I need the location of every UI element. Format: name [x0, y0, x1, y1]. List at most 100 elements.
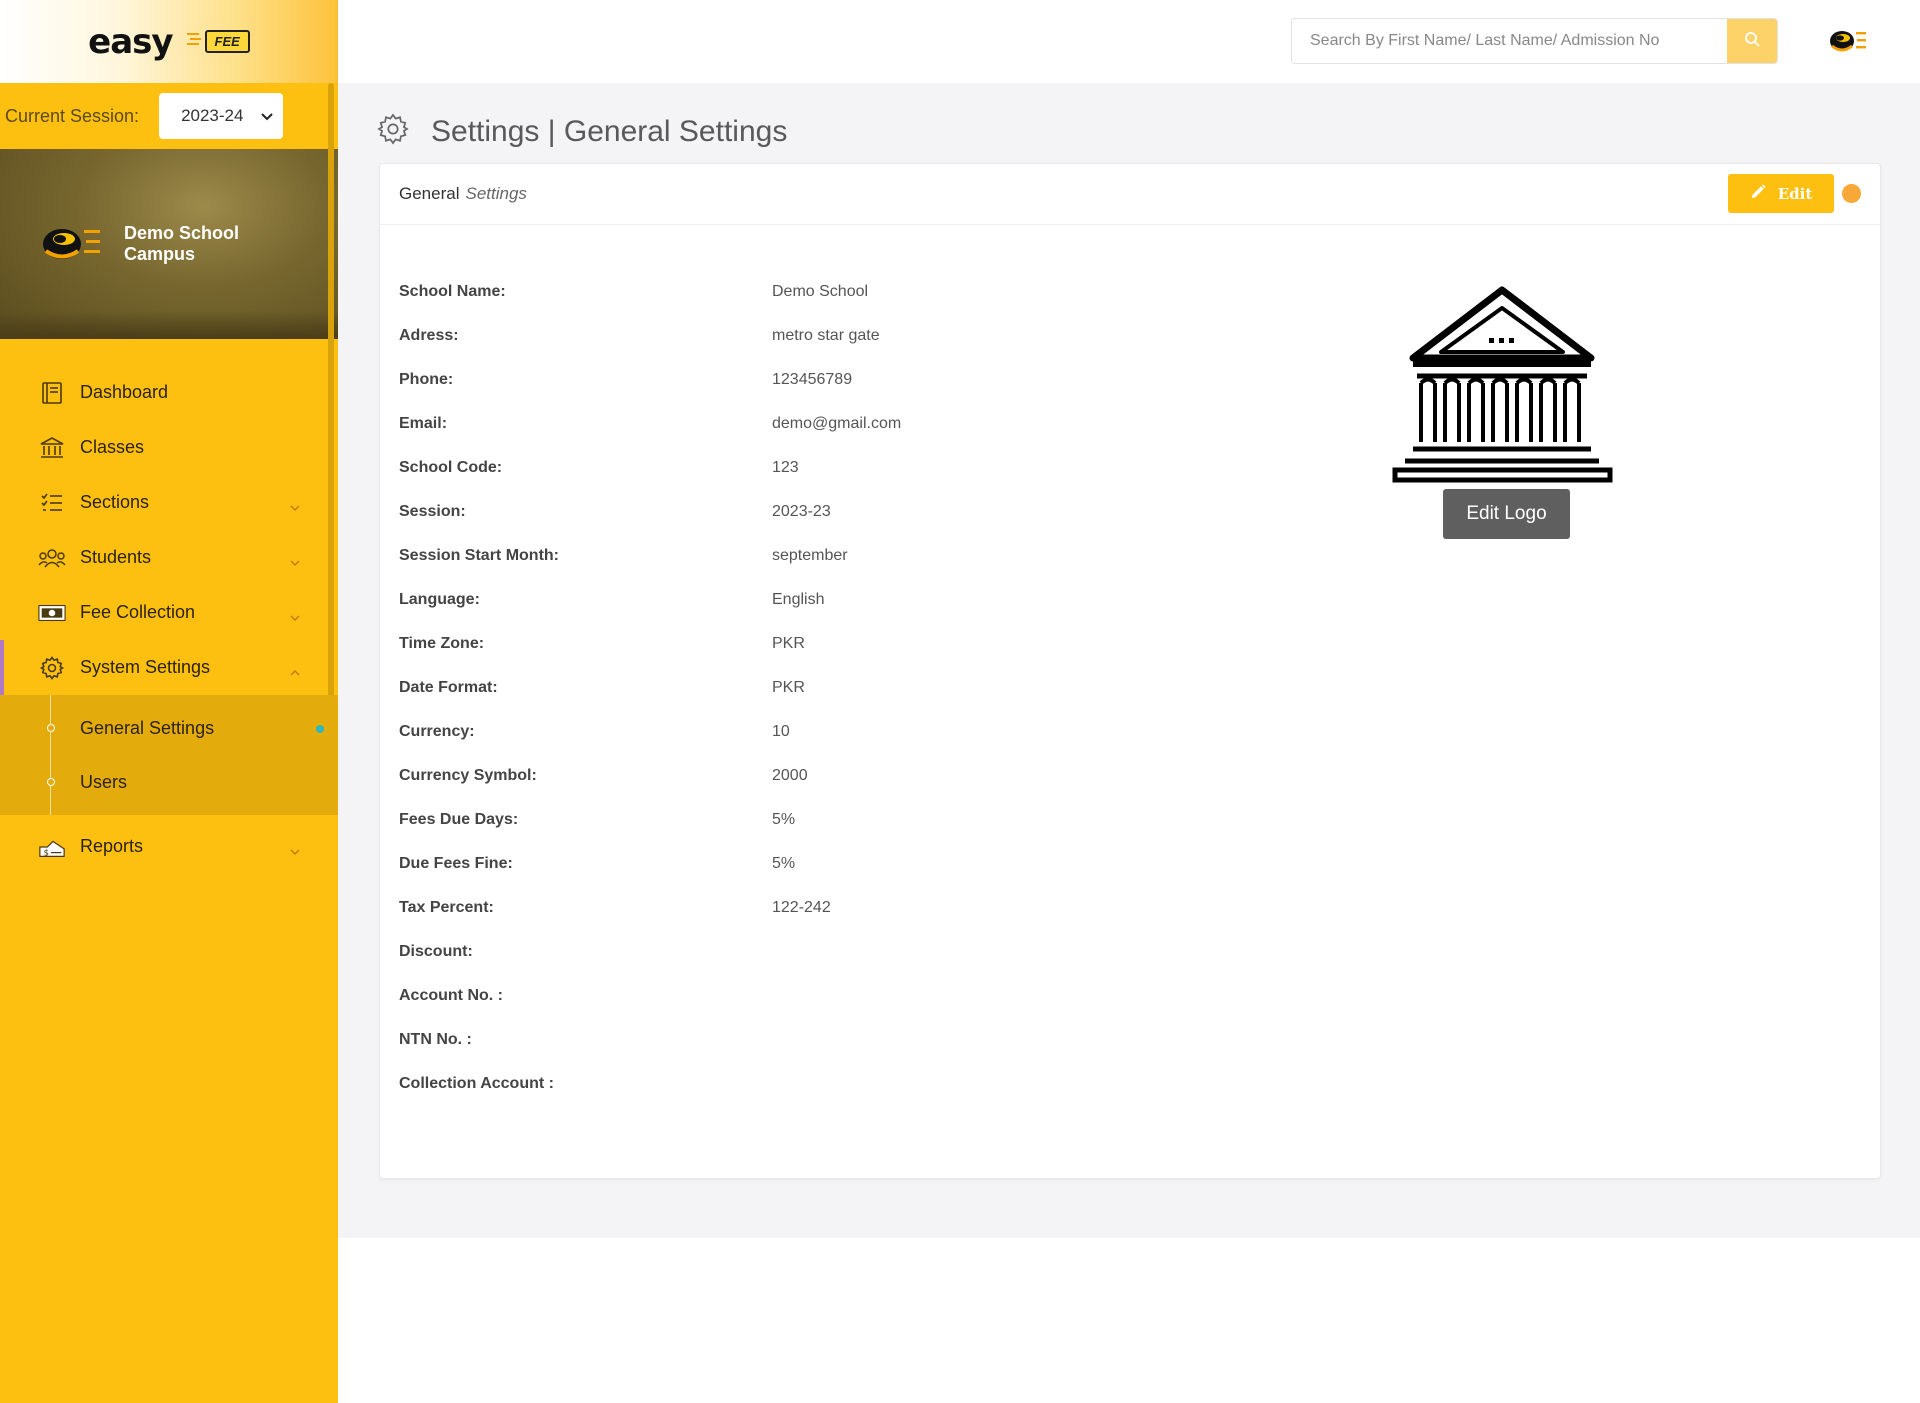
sidebar-nav: Dashboard Classes Sections Students Fee … — [0, 365, 338, 874]
svg-text:$: $ — [44, 847, 49, 857]
field-value: 122-242 — [772, 899, 831, 916]
sidebar-item-fee-collection[interactable]: Fee Collection — [0, 585, 338, 640]
sidebar-item-reports[interactable]: $ Reports — [0, 819, 338, 874]
campus-name: Demo School Campus — [124, 223, 240, 264]
card-title: General — [399, 184, 460, 203]
pencil-icon — [1750, 183, 1766, 204]
field-value: 5% — [772, 811, 796, 828]
field-row: Currency Symbol: 2000 — [399, 767, 901, 811]
field-label: Adress: — [399, 327, 459, 344]
session-label: Current Session: — [5, 105, 140, 126]
sidebar: easy FEE Current Session: 2023-24 Demo S… — [0, 0, 338, 1403]
search-button[interactable] — [1727, 19, 1777, 63]
field-label: Currency: — [399, 723, 475, 740]
field-label: Discount: — [399, 943, 473, 960]
field-row: Adress: metro star gate — [399, 327, 901, 371]
field-row: Collection Account : — [399, 1075, 901, 1119]
main-content: Settings | General Settings General Sett… — [338, 83, 1920, 1238]
field-value: 10 — [772, 723, 790, 740]
sidebar-item-sections[interactable]: Sections — [0, 475, 338, 530]
sidebar-subitem-label: Users — [80, 771, 128, 792]
sidebar-item-system-settings[interactable]: System Settings — [0, 640, 338, 695]
campus-banner: Demo School Campus — [0, 149, 338, 339]
students-icon — [38, 544, 66, 572]
session-select[interactable]: 2023-24 — [159, 93, 284, 139]
field-label: Due Fees Fine: — [399, 855, 513, 872]
field-label: Time Zone: — [399, 635, 485, 652]
field-row: School Code: 123 — [399, 459, 901, 503]
field-row: Tax Percent: 122-242 — [399, 899, 901, 943]
field-label: Fees Due Days: — [399, 811, 519, 828]
system-settings-submenu: General Settings Users — [0, 695, 338, 815]
field-label: School Name: — [399, 283, 506, 300]
campus-logo-icon — [40, 218, 102, 271]
field-value: september — [772, 547, 848, 564]
submenu-bullet — [47, 778, 55, 786]
submenu-bullet — [47, 724, 55, 732]
field-value: 123 — [772, 459, 799, 476]
campus-banner-treeline — [0, 311, 338, 339]
sidebar-subitem-general-settings[interactable]: General Settings — [0, 701, 338, 755]
field-value: metro star gate — [772, 327, 880, 344]
field-value: 2023-23 — [772, 503, 831, 520]
field-label: Email: — [399, 415, 448, 432]
field-row: Discount: — [399, 943, 901, 987]
search-input[interactable] — [1292, 19, 1727, 63]
field-value: 5% — [772, 855, 796, 872]
field-row: Phone: 123456789 — [399, 371, 901, 415]
field-label: Session Start Month: — [399, 547, 560, 564]
sidebar-item-dashboard[interactable]: Dashboard — [0, 365, 338, 420]
brand-name: easy — [88, 21, 173, 62]
user-avatar[interactable] — [1828, 24, 1868, 63]
search-icon — [1744, 31, 1760, 52]
sidebar-item-label: Dashboard — [80, 382, 169, 402]
chevron-down-icon — [290, 495, 300, 516]
sidebar-item-label: Fee Collection — [80, 602, 196, 622]
chevron-down-icon — [290, 839, 300, 860]
field-label: Date Format: — [399, 679, 498, 696]
edit-button[interactable]: Edit — [1728, 174, 1834, 213]
sidebar-item-label: System Settings — [80, 657, 211, 677]
field-label: Account No. : — [399, 987, 503, 1004]
session-value: 2023-24 — [181, 106, 244, 125]
dashboard-icon — [38, 379, 66, 407]
field-row: Date Format: PKR — [399, 679, 901, 723]
field-label: Phone: — [399, 371, 454, 388]
sidebar-item-label: Reports — [80, 836, 144, 856]
field-label: Language: — [399, 591, 480, 608]
sidebar-item-label: Classes — [80, 437, 145, 457]
field-row: Due Fees Fine: 5% — [399, 855, 901, 899]
field-value: English — [772, 591, 825, 608]
sidebar-item-classes[interactable]: Classes — [0, 420, 338, 475]
field-row: Session Start Month: september — [399, 547, 901, 591]
field-value: demo@gmail.com — [772, 415, 902, 432]
field-row: NTN No. : — [399, 1031, 901, 1075]
edit-logo-button[interactable]: Edit Logo — [1443, 489, 1570, 539]
active-indicator — [316, 725, 324, 733]
session-selector-row: Current Session: 2023-24 — [0, 83, 338, 149]
brand-speed-icon — [186, 30, 201, 53]
page-title: Settings | General Settings — [431, 114, 788, 148]
card-subtitle: Settings — [465, 184, 527, 203]
field-label: Session: — [399, 503, 466, 520]
card-header: General Settings Edit — [380, 164, 1880, 225]
field-value: 2000 — [772, 767, 808, 784]
fee-collection-icon — [38, 599, 66, 627]
sidebar-item-students[interactable]: Students — [0, 530, 338, 585]
field-label: Collection Account : — [399, 1075, 554, 1092]
chevron-down-icon — [261, 106, 273, 126]
field-value: PKR — [772, 679, 805, 696]
field-row: Fees Due Days: 5% — [399, 811, 901, 855]
sidebar-subitem-users[interactable]: Users — [0, 755, 338, 809]
brand-logo[interactable]: easy FEE — [0, 0, 338, 83]
field-row: Currency: 10 — [399, 723, 901, 767]
field-value: PKR — [772, 635, 805, 652]
settings-field-list: School Name: Demo School Adress: metro sta… — [399, 283, 901, 1119]
student-search — [1291, 18, 1778, 64]
sidebar-item-label: Students — [80, 547, 152, 567]
sidebar-item-label: Sections — [80, 492, 150, 512]
gear-icon — [38, 654, 66, 682]
reports-icon: $ — [38, 833, 66, 861]
field-label: Currency Symbol: — [399, 767, 537, 784]
top-header — [338, 0, 1920, 83]
